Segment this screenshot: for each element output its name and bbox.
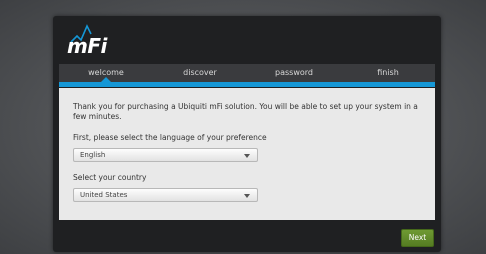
wizard-tabs: welcome discover password finish [59,64,435,82]
language-value: English [80,151,106,159]
chevron-down-icon [244,194,250,198]
chevron-down-icon [244,154,250,158]
logo-text: mFi [67,34,107,58]
tab-finish[interactable]: finish [341,64,435,82]
tab-discover[interactable]: discover [153,64,247,82]
mfi-logo-icon: mFi [65,22,125,60]
intro-text: Thank you for purchasing a Ubiquiti mFi … [73,102,418,121]
next-button[interactable]: Next [401,229,434,247]
progress-accent-bar [59,82,435,87]
language-select[interactable]: English [73,148,258,162]
tab-welcome[interactable]: welcome [59,64,153,82]
country-label: Select your country [73,173,147,182]
country-select[interactable]: United States [73,188,258,202]
language-label: First, please select the language of you… [73,133,267,142]
country-value: United States [80,191,128,199]
tab-password[interactable]: password [247,64,341,82]
